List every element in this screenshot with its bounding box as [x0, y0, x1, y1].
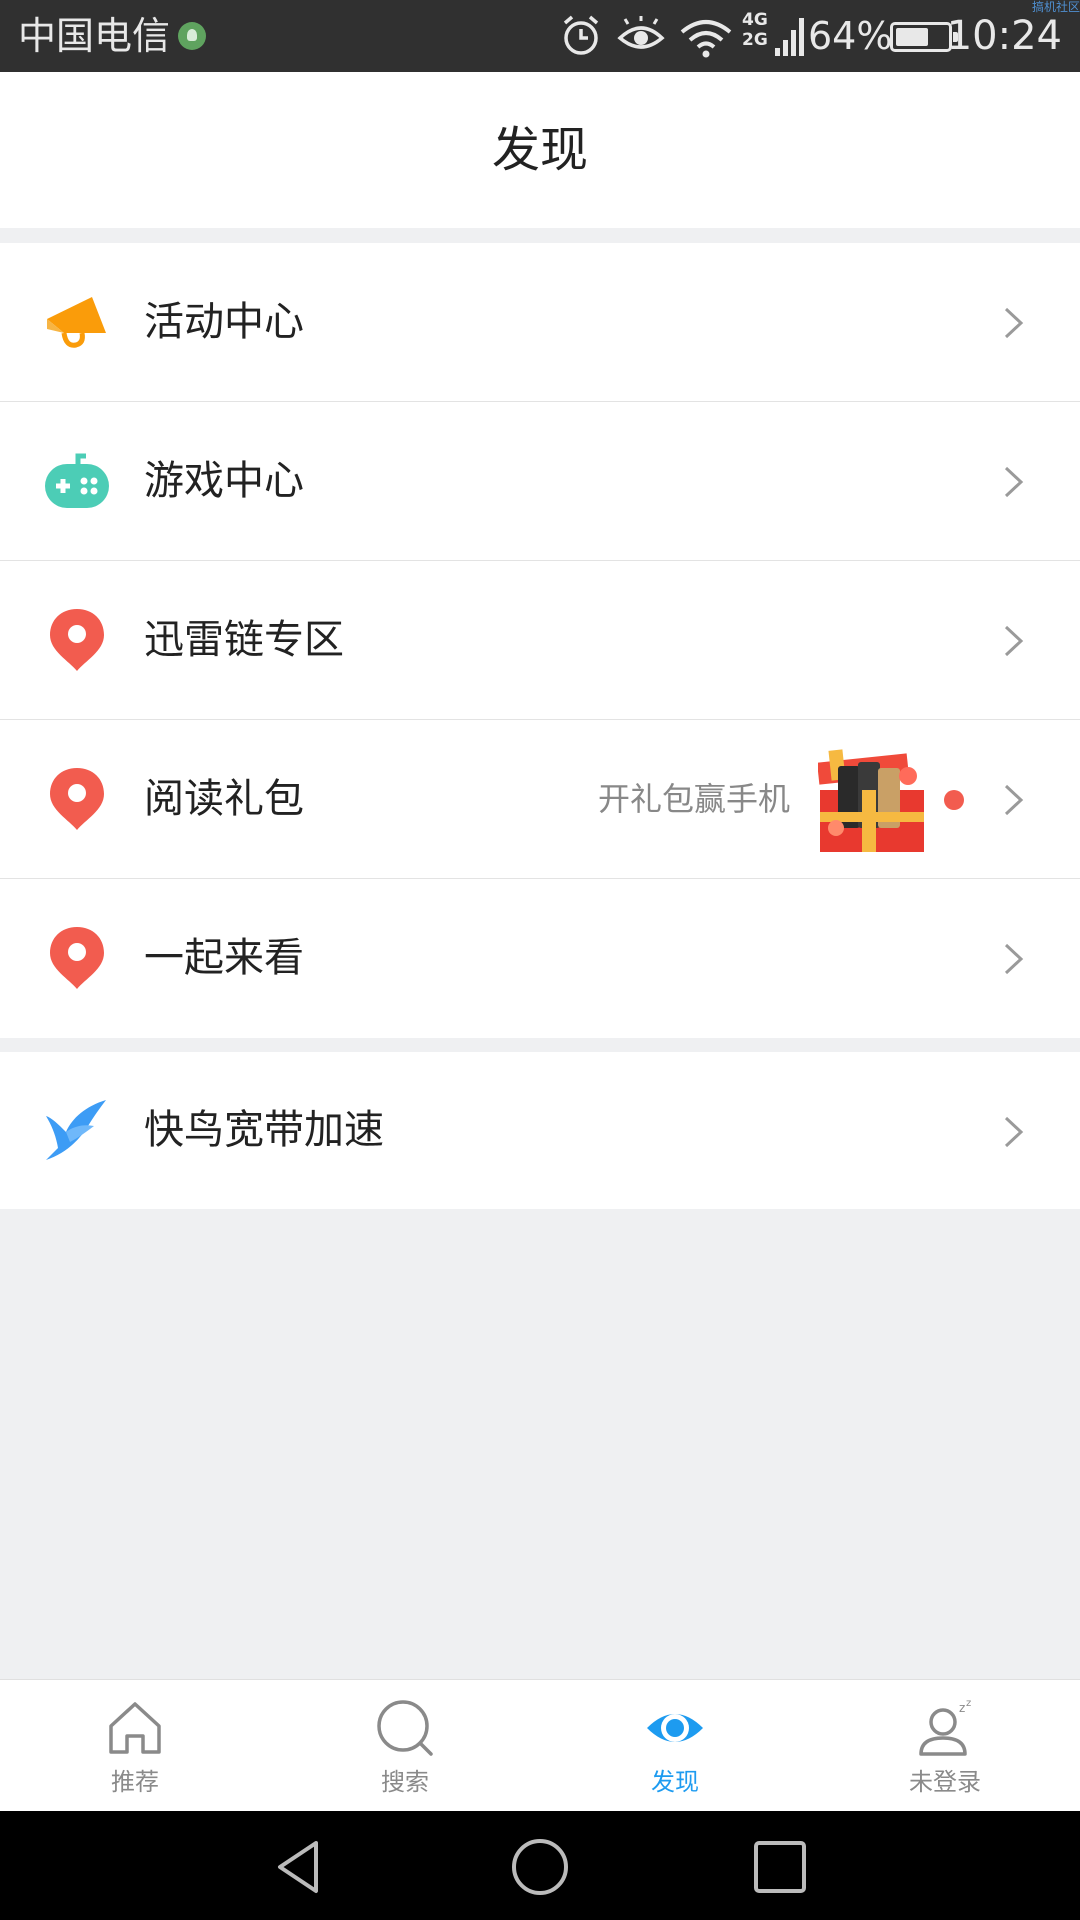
home-circle-icon[interactable] [510, 1837, 570, 1897]
svg-text:z: z [959, 1701, 965, 1715]
menu-item-label: 活动中心 [144, 299, 304, 345]
bird-icon [46, 1100, 106, 1160]
tab-profile[interactable]: z z 未登录 [810, 1680, 1080, 1812]
map-pin-icon [50, 609, 104, 671]
map-pin-icon [50, 927, 104, 989]
tab-label: 未登录 [909, 1768, 981, 1796]
recents-icon[interactable] [750, 1837, 810, 1897]
signal-icon [775, 18, 804, 56]
home-icon [109, 1702, 161, 1754]
menu-item-broadband-boost[interactable]: 快鸟宽带加速 [0, 1052, 1080, 1209]
page-title: 发现 [491, 122, 588, 178]
bottom-tab-bar: 推荐 搜索 发现 z z 未登录 [0, 1679, 1080, 1811]
menu-item-activity-center[interactable]: 活动中心 [0, 243, 1080, 402]
menu-item-label: 迅雷链专区 [144, 617, 344, 663]
battery-percent: 64% [808, 14, 893, 58]
wifi-icon [680, 20, 732, 58]
tab-label: 推荐 [111, 1768, 159, 1796]
promo-text: 开礼包赢手机 [597, 780, 790, 818]
tab-label: 搜索 [381, 1768, 429, 1796]
network-type: 4G 2G [742, 10, 768, 50]
gift-box-phones-image [818, 749, 924, 852]
menu-item-label: 快鸟宽带加速 [144, 1107, 384, 1153]
user-sleep-icon: z z [919, 1698, 971, 1756]
gamepad-icon [45, 453, 109, 508]
search-icon [377, 1700, 433, 1756]
chevron-right-icon [1004, 943, 1024, 975]
battery-icon [890, 22, 958, 52]
megaphone-icon [47, 297, 106, 348]
header: 发现 [0, 72, 1080, 228]
tab-search[interactable]: 搜索 [270, 1680, 540, 1812]
back-icon[interactable] [270, 1837, 330, 1897]
chevron-right-icon [1004, 307, 1024, 339]
carrier-app-icon [178, 22, 206, 50]
menu-item-game-center[interactable]: 游戏中心 [0, 402, 1080, 561]
chevron-right-icon [1004, 784, 1024, 816]
menu-item-thunder-chain[interactable]: 迅雷链专区 [0, 561, 1080, 720]
tab-label: 发现 [651, 1768, 699, 1796]
alarm-icon [563, 15, 599, 55]
chevron-right-icon [1004, 625, 1024, 657]
tab-recommend[interactable]: 推荐 [0, 1680, 270, 1812]
svg-text:z: z [966, 1698, 971, 1709]
system-nav-bar [0, 1811, 1080, 1920]
menu-item-label: 阅读礼包 [144, 776, 304, 822]
notification-dot [944, 790, 964, 810]
watermark: 搞机社区 [1031, 0, 1080, 14]
discover-menu: 活动中心 游戏中心 迅雷链专区 阅读礼包 开礼包赢手机 一起来看 [0, 243, 1080, 1038]
menu-item-label: 一起来看 [144, 935, 304, 981]
status-bar: 中国电信 4G 2G 64% 10:24 搞机社区 [0, 0, 1080, 72]
menu-item-label: 游戏中心 [144, 458, 304, 504]
map-pin-icon [50, 768, 104, 830]
eye-icon [647, 1714, 703, 1742]
tab-discover[interactable]: 发现 [540, 1680, 810, 1812]
clock: 10:24 [946, 13, 1062, 59]
eye-comfort-icon [617, 16, 665, 49]
chevron-right-icon [1004, 466, 1024, 498]
menu-item-watch-together[interactable]: 一起来看 [0, 879, 1080, 1038]
carrier-name: 中国电信 [18, 14, 171, 58]
chevron-right-icon [1004, 1116, 1024, 1148]
menu-item-reading-gift[interactable]: 阅读礼包 开礼包赢手机 [0, 720, 1080, 879]
discover-menu-extra: 快鸟宽带加速 [0, 1052, 1080, 1209]
